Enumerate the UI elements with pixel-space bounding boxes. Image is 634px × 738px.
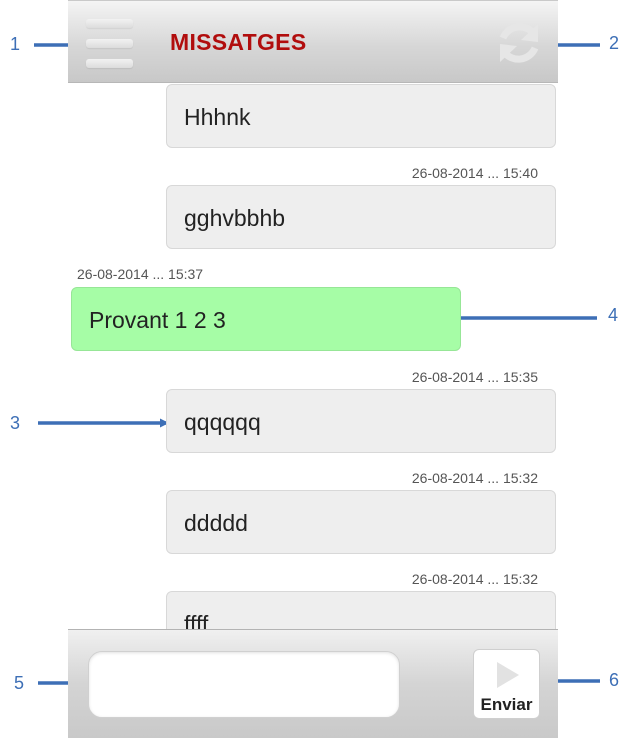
message-timestamp: 26-08-2014 ... 15:32 xyxy=(411,571,538,587)
phone-screen: MISSATGES Hhhnk 26-08-2014 ... 15:40 ggh… xyxy=(68,0,558,738)
message-text: qqqqqq xyxy=(184,409,261,435)
message-text: ddddd xyxy=(184,510,248,536)
message-text: gghvbbhb xyxy=(184,205,286,231)
message-bubble-sent: qqqqqq xyxy=(166,389,556,453)
message-bubble-sent: gghvbbhb xyxy=(166,185,556,249)
play-arrow-icon xyxy=(497,662,519,688)
message-timestamp: 26-08-2014 ... 15:40 xyxy=(411,165,538,181)
message-bubble-sent: Hhhnk xyxy=(166,84,556,148)
page-title: MISSATGES xyxy=(170,29,307,55)
hamburger-menu-icon xyxy=(86,39,133,48)
send-button[interactable]: Enviar xyxy=(473,649,540,719)
refresh-icon xyxy=(499,23,539,63)
callout-number: 1 xyxy=(10,34,21,54)
message-text: Provant 1 2 3 xyxy=(89,307,226,333)
message-bubble-sent: ffff xyxy=(166,591,556,629)
hamburger-menu-icon xyxy=(86,59,133,68)
message-timestamp: 26-08-2014 ... 15:32 xyxy=(411,470,538,486)
callout-number: 6 xyxy=(609,670,620,690)
compose-bar: Enviar xyxy=(68,629,558,738)
message-text: Hhhnk xyxy=(184,104,251,130)
hamburger-menu-icon xyxy=(86,19,133,28)
send-button-label: Enviar xyxy=(480,695,533,714)
message-timestamp: 26-08-2014 ... 15:37 xyxy=(77,266,204,282)
callout-number: 3 xyxy=(10,413,21,433)
message-bubble-sent: ddddd xyxy=(166,490,556,554)
app-header: MISSATGES xyxy=(68,0,558,83)
callout-number: 2 xyxy=(609,33,620,53)
refresh-button[interactable] xyxy=(494,18,544,68)
message-list[interactable]: Hhhnk 26-08-2014 ... 15:40 gghvbbhb 26-0… xyxy=(68,83,558,629)
menu-button[interactable] xyxy=(86,19,133,69)
message-bubble-received: Provant 1 2 3 xyxy=(71,287,461,351)
callout-number: 5 xyxy=(14,673,25,693)
callout-number: 4 xyxy=(608,305,619,325)
message-text: ffff xyxy=(184,611,209,629)
message-timestamp: 26-08-2014 ... 15:35 xyxy=(411,369,538,385)
message-input[interactable] xyxy=(88,651,400,718)
